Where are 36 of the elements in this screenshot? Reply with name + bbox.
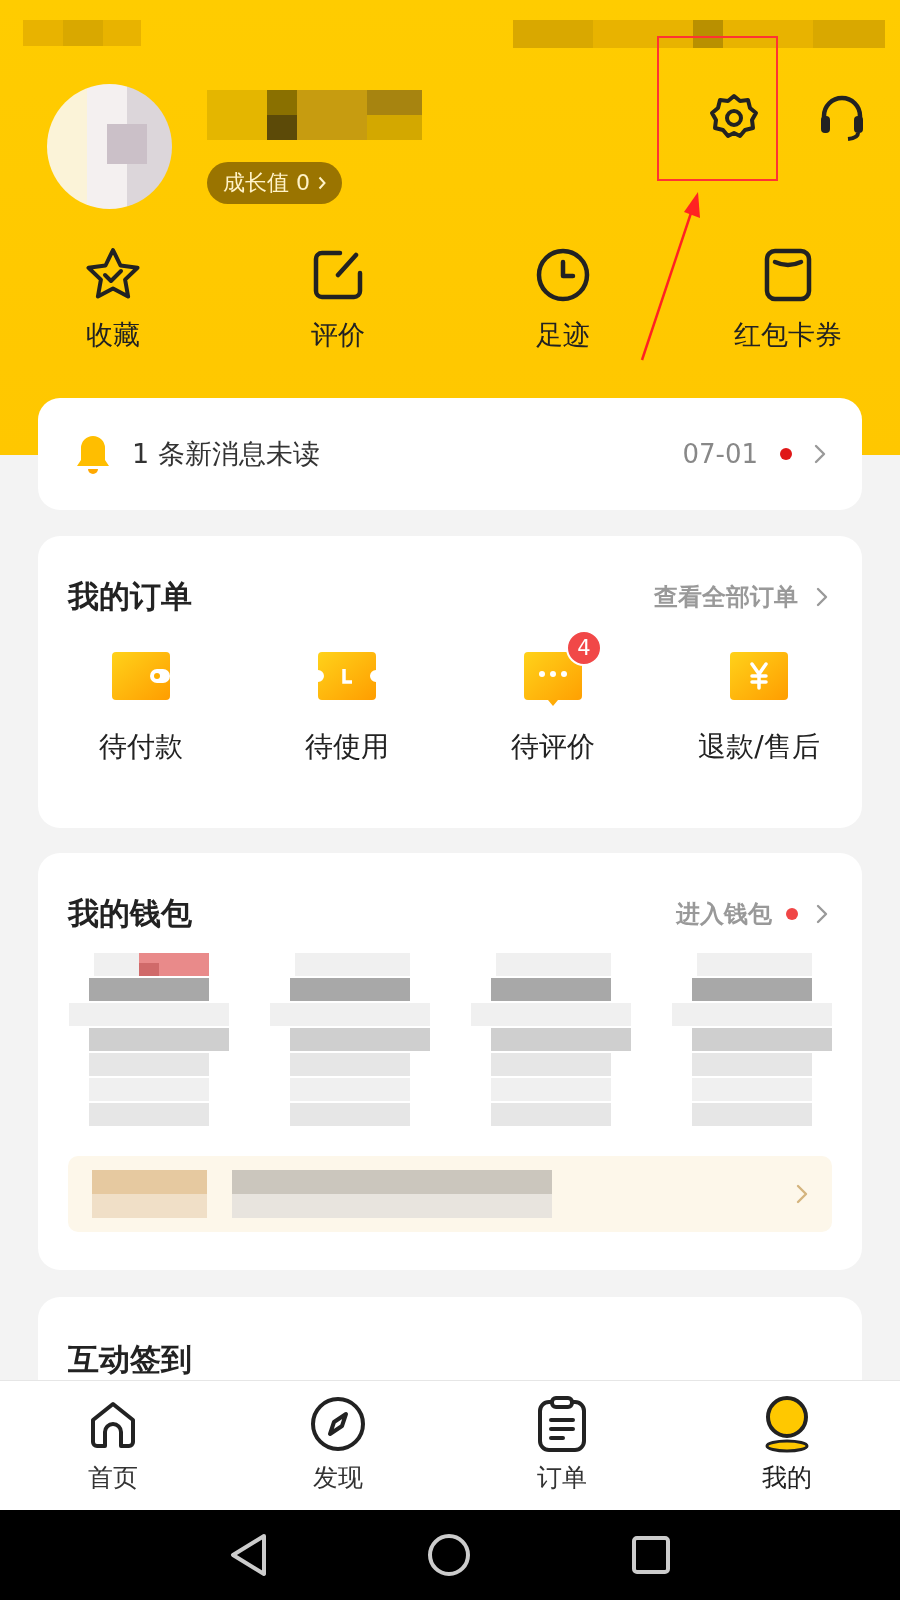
message-date: 07-01 [682,439,758,469]
tab[interactable]: 我的 [674,1381,899,1510]
recent-apps-button[interactable] [631,1535,671,1575]
quick-link[interactable]: 足迹 [450,245,675,353]
order-status-item[interactable]: 4 待评价 [450,626,656,770]
tab[interactable]: 首页 [1,1381,226,1510]
tab[interactable]: 订单 [450,1381,675,1510]
home-circle-icon [427,1533,471,1577]
yen-icon [730,652,788,700]
quick-link[interactable]: 红包卡券 [675,245,900,353]
tab[interactable]: 发现 [225,1381,450,1510]
wallet-icon [112,652,170,700]
chevron-icon [318,176,326,190]
order-status-item[interactable]: 退款/售后 [656,626,862,770]
bell-icon [76,434,110,474]
growth-value-button[interactable]: 成长值 0 [207,162,342,204]
chevron-icon [814,444,826,464]
section-title: 互动签到 [68,1340,192,1379]
quick-link[interactable]: 收藏 [0,245,225,353]
chevron-icon [796,1184,808,1204]
count-badge: 4 [566,630,602,666]
back-button[interactable] [229,1533,267,1577]
section-title: 我的订单 [68,577,192,616]
back-icon [229,1533,267,1577]
ticket-icon [318,652,376,700]
chevron-icon [816,904,828,924]
section-title: 我的钱包 [68,894,192,933]
recent-apps-icon [631,1535,671,1575]
order-status-item[interactable]: 待使用 [244,626,450,770]
quick-link[interactable]: 评价 [225,245,450,353]
home-button[interactable] [427,1533,471,1577]
chevron-icon [816,587,828,607]
compass-icon [309,1396,366,1452]
order-status-item[interactable]: 待付款 [38,626,244,770]
clipboard-icon [537,1396,588,1452]
message-text[interactable]: 1 条新消息未读 [132,436,320,472]
